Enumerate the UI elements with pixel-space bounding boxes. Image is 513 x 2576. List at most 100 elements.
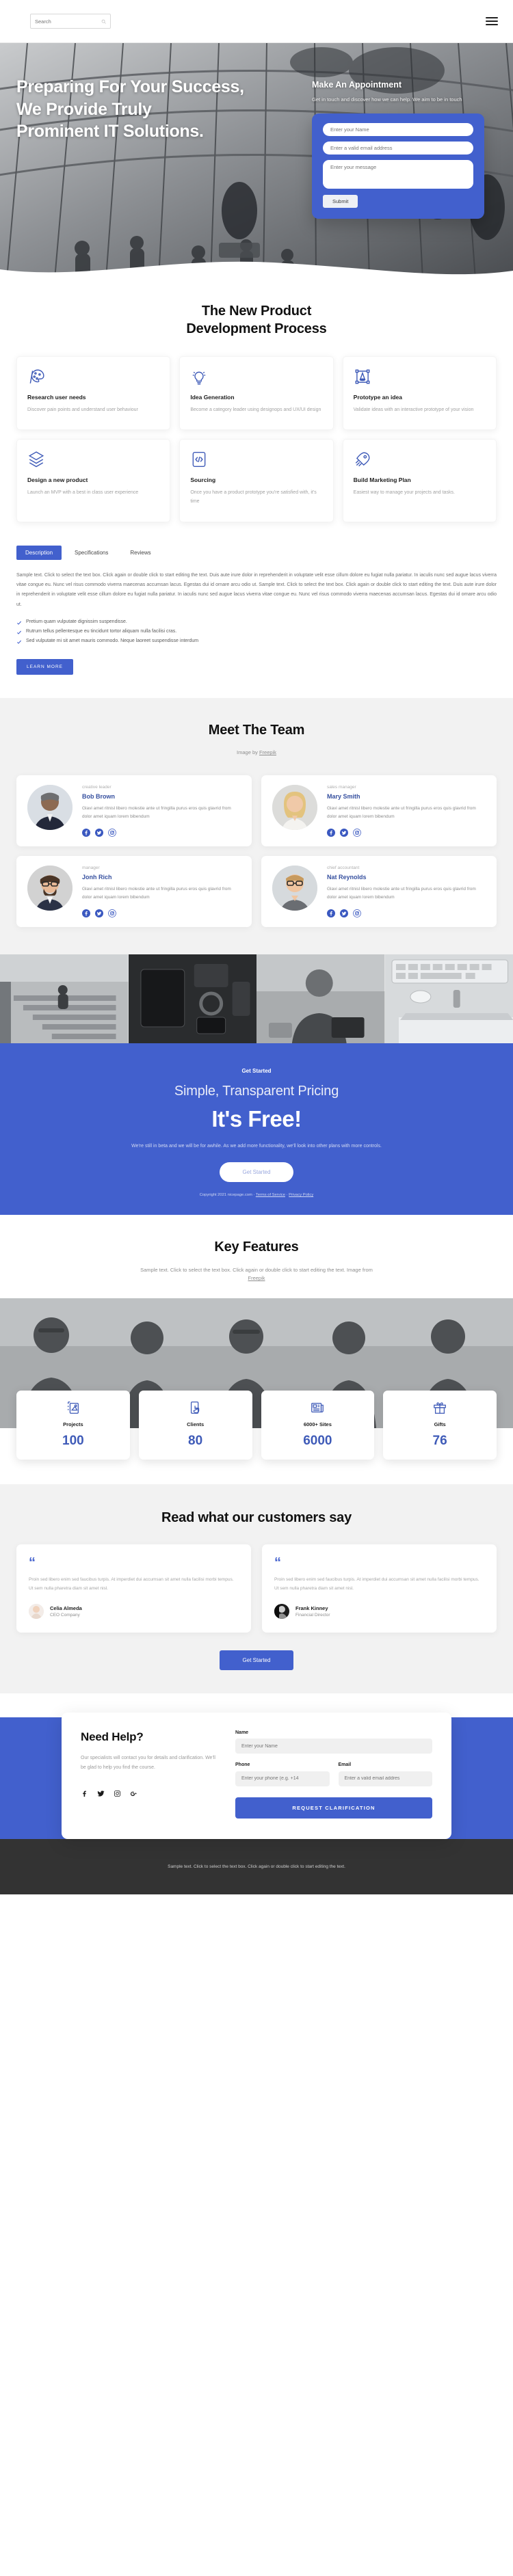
avatar [29, 1603, 44, 1619]
process-card[interactable]: Research user needs Discover pain points… [16, 355, 171, 431]
team-card[interactable]: manager Jonh Rich Glavi amet ritnisl lib… [16, 856, 252, 928]
facebook-icon[interactable] [82, 909, 90, 918]
help-email-input[interactable] [338, 1771, 432, 1786]
process-card-title: Research user needs [27, 393, 86, 401]
social-links [327, 909, 486, 918]
appointment-email-input[interactable] [323, 142, 473, 155]
twitter-icon[interactable] [340, 909, 348, 918]
gallery-image-keyboard [384, 954, 513, 1044]
testimonial-author-role: CEO Company [50, 1612, 80, 1618]
key-features-subtitle-text: Sample text. Click to select the text bo… [140, 1266, 373, 1273]
process-card-desc: Become a category leader using designops… [190, 407, 321, 412]
instagram-icon[interactable] [108, 829, 116, 837]
stat-card[interactable]: 6000+ Sites 6000 [261, 1391, 375, 1460]
process-card-grid: Research user needs Discover pain points… [16, 355, 497, 522]
process-card-title: Idea Generation [190, 393, 235, 401]
process-card-title: Design a new product [27, 477, 88, 484]
facebook-icon[interactable] [327, 829, 335, 837]
team-card[interactable]: chief accountant Nat Reynolds Glavi amet… [261, 856, 497, 928]
process-card[interactable]: Idea Generation Become a category leader… [179, 355, 334, 431]
tab-specifications[interactable]: Specifications [66, 546, 117, 560]
team-card[interactable]: creative leader Bob Brown Glavi amet rit… [16, 775, 252, 847]
pricing-get-started-button[interactable]: Get Started [219, 1162, 294, 1183]
phone-field-group: Phone [235, 1762, 330, 1786]
team-role: chief accountant [327, 866, 360, 871]
key-features-credit-link[interactable]: Freepik [248, 1275, 265, 1281]
pricing-copyright: Copyright 2021 nicepage.com · Terms of S… [199, 1193, 314, 1198]
appointment-submit-button[interactable]: Submit [323, 195, 358, 209]
help-phone-input[interactable] [235, 1771, 330, 1786]
hero-wave-divider [0, 257, 513, 279]
team-role: creative leader [82, 785, 111, 790]
search-input[interactable] [35, 18, 101, 25]
stat-card[interactable]: Gifts 76 [383, 1391, 497, 1460]
testimonials-title: Read what our customers say [161, 1510, 352, 1526]
testimonial-card[interactable]: “ Proin sed libero enim sed faucibus tur… [262, 1544, 497, 1633]
appointment-name-input[interactable] [323, 123, 473, 137]
process-section: The New Product Development Process Rese… [0, 279, 513, 546]
testimonial-card[interactable]: “ Proin sed libero enim sed faucibus tur… [16, 1544, 251, 1633]
google-plus-icon[interactable] [130, 1790, 137, 1797]
tab-reviews[interactable]: Reviews [121, 546, 159, 560]
team-bio: Glavi amet ritnisl libero molestie ante … [327, 806, 476, 820]
testimonial-author-info: Frank Kinney Financial Director [295, 1605, 330, 1618]
help-text-block: Need Help? Our specialists will contact … [81, 1730, 218, 1819]
design-icon [66, 1400, 81, 1415]
instagram-icon[interactable] [108, 909, 116, 917]
testimonial-author-info: Celia Almeda CEO Company [50, 1605, 82, 1618]
twitter-icon[interactable] [95, 829, 103, 837]
check-list-label: Pretium quam vulputate dignissim suspend… [26, 619, 127, 624]
team-role: sales manager [327, 785, 356, 790]
team-credit-link[interactable]: Freepik [259, 749, 276, 755]
testimonial-author: Celia Almeda CEO Company [29, 1603, 239, 1619]
stat-card[interactable]: Clients 80 [138, 1391, 252, 1460]
process-card[interactable]: Design a new product Launch an MVP with … [16, 439, 171, 522]
privacy-policy-link[interactable]: Privacy Policy [289, 1193, 313, 1197]
hero-section: Preparing For Your Success, We Provide T… [0, 43, 513, 279]
hero-title-line-3: Prominent IT Solutions. [16, 122, 204, 141]
request-clarification-button[interactable]: REQUEST CLARIFICATION [235, 1797, 432, 1819]
appointment-title: Make An Appointment [312, 80, 402, 90]
facebook-icon[interactable] [327, 909, 335, 918]
social-links [82, 909, 241, 918]
learn-more-button[interactable]: LEARN MORE [16, 658, 73, 675]
instagram-icon[interactable] [114, 1790, 121, 1797]
testimonial-text: Proin sed libero enim sed faucibus turpi… [274, 1577, 479, 1592]
process-card[interactable]: Sourcing Once you have a product prototy… [179, 439, 334, 522]
process-card-title: Prototype an idea [353, 393, 402, 401]
process-card[interactable]: Prototype an idea Validate ideas with an… [342, 355, 497, 431]
search-box[interactable] [30, 14, 111, 29]
check-list-item: Pretium quam vulputate dignissim suspend… [16, 619, 497, 626]
avatar [272, 785, 317, 831]
team-role: manager [82, 866, 100, 871]
tab-body-text: Sample text. Click to select the text bo… [16, 572, 497, 607]
instagram-icon[interactable] [353, 829, 361, 837]
facebook-icon[interactable] [82, 829, 90, 837]
team-bio: Glavi amet ritnisl libero molestie ante … [82, 887, 231, 900]
twitter-icon[interactable] [340, 829, 348, 837]
twitter-icon[interactable] [97, 1790, 105, 1797]
check-list-label: Sed vulputate mi sit amet mauris commodo… [26, 638, 199, 643]
appointment-message-input[interactable] [323, 160, 473, 189]
process-card[interactable]: Build Marketing Plan Easiest way to mana… [342, 439, 497, 522]
check-list-item: Rutrum tellus pellentesque eu tincidunt … [16, 629, 497, 635]
facebook-icon[interactable] [81, 1790, 88, 1797]
menu-toggle-icon[interactable] [486, 17, 498, 25]
email-field-label: Email [338, 1762, 352, 1768]
team-card[interactable]: sales manager Mary Smith Glavi amet ritn… [261, 775, 497, 847]
pricing-eyebrow: Get Started [241, 1068, 272, 1075]
appointment-form: Submit [312, 113, 484, 219]
tab-description[interactable]: Description [16, 545, 62, 560]
help-description: Our specialists will contact you for det… [81, 1755, 215, 1771]
stat-label: Clients [187, 1421, 205, 1428]
twitter-icon[interactable] [95, 909, 103, 918]
stat-card[interactable]: Projects 100 [16, 1391, 130, 1460]
testimonials-get-started-button[interactable]: Get Started [219, 1650, 294, 1670]
stat-value: 6000 [303, 1434, 332, 1449]
testimonials-grid: “ Proin sed libero enim sed faucibus tur… [16, 1544, 497, 1633]
instagram-icon[interactable] [353, 909, 361, 917]
terms-of-service-link[interactable]: Terms of Service [256, 1193, 285, 1197]
help-name-input[interactable] [235, 1739, 432, 1754]
quote-icon: “ [274, 1555, 281, 1571]
help-form-row: Phone Email [235, 1762, 432, 1786]
